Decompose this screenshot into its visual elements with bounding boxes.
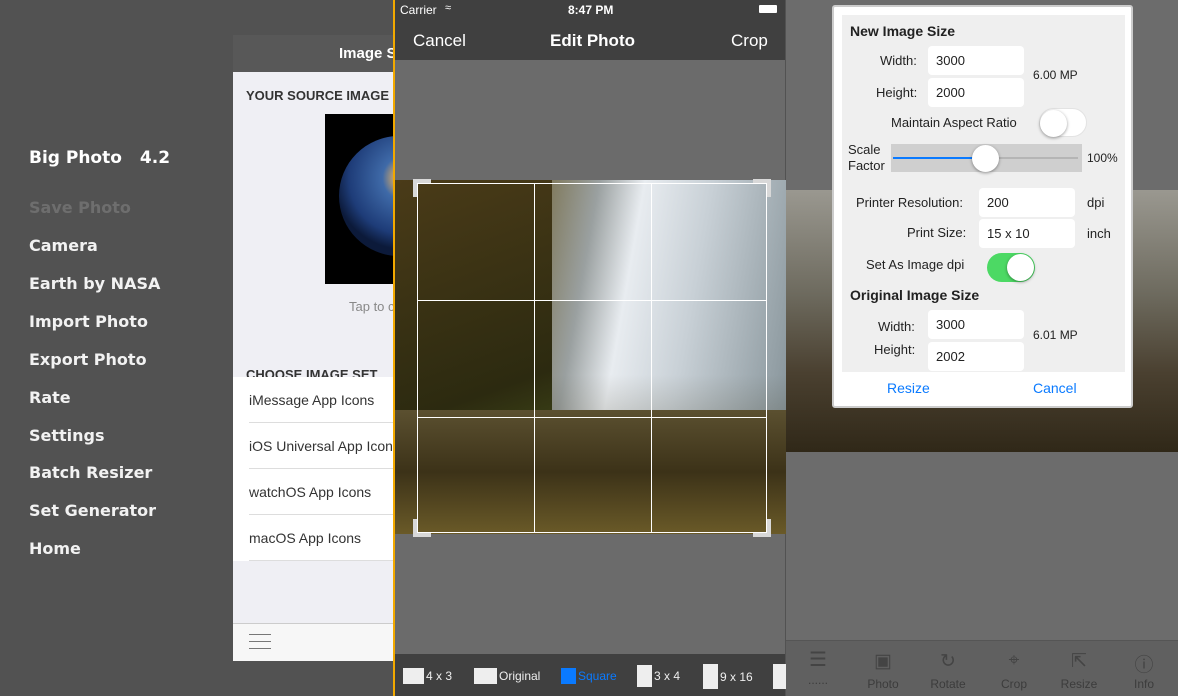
toolbar-photo[interactable]: Photo — [853, 677, 913, 691]
battery-icon — [759, 5, 777, 13]
scale-label: Scale Factor — [848, 142, 885, 173]
bottom-toolbar: ☰ ...... ▣ Photo ↻ Rotate ⌖ Crop ⇱ Resiz… — [786, 640, 1178, 696]
panel-toolbar — [233, 623, 393, 661]
hamburger-icon[interactable]: ☰ — [788, 647, 848, 672]
edit-photo-screen: Carrier ≈ 8:47 PM Cancel Edit Photo Crop… — [393, 0, 788, 696]
carrier: Carrier — [400, 3, 437, 17]
resize-button[interactable]: Resize — [887, 380, 930, 396]
orig-width-label: Width: — [878, 319, 915, 334]
aspect-4x3[interactable]: 4 x 3 — [403, 668, 452, 684]
height-field[interactable]: 2000 — [928, 78, 1024, 107]
inch-unit: inch — [1087, 226, 1111, 241]
image-set-panel: Image S YOUR SOURCE IMAGE Tap to c CHOOS… — [233, 35, 393, 661]
list-item[interactable]: iMessage App Icons — [249, 377, 393, 423]
menu-batch-resizer[interactable]: Batch Resizer — [29, 463, 152, 482]
clock: 8:47 PM — [568, 3, 614, 17]
crop-handle[interactable] — [413, 519, 431, 537]
info-icon[interactable]: ⓘ — [1114, 650, 1174, 677]
menu-settings[interactable]: Settings — [29, 426, 105, 445]
photo-icon[interactable]: ▣ — [853, 650, 913, 673]
resize-dialog: New Image Size Width: 3000 Height: 2000 … — [832, 5, 1133, 408]
cancel-button[interactable]: Cancel — [413, 31, 466, 51]
panel-title: Image S — [233, 35, 393, 72]
set-dpi-toggle[interactable] — [987, 253, 1035, 282]
list-item[interactable]: macOS App Icons — [249, 515, 393, 561]
printer-label: Printer Resolution: — [856, 195, 963, 210]
printer-field[interactable]: 200 — [979, 188, 1075, 217]
set-dpi-label: Set As Image dpi — [866, 257, 965, 272]
orig-height-field: 2002 — [928, 342, 1024, 371]
wifi-icon: ≈ — [445, 2, 452, 14]
new-mp: 6.00 MP — [1033, 68, 1078, 82]
toolbar-rotate[interactable]: Rotate — [918, 677, 978, 691]
aspect-square[interactable]: Square — [561, 668, 617, 684]
list-item[interactable]: watchOS App Icons — [249, 469, 393, 515]
orig-mp: 6.01 MP — [1033, 328, 1078, 342]
aspect-original[interactable]: Original — [474, 668, 540, 684]
resize-screen: New Image Size Width: 3000 Height: 2000 … — [786, 0, 1178, 696]
rotate-icon[interactable]: ↻ — [918, 650, 978, 673]
menu-set-generator[interactable]: Set Generator — [29, 501, 156, 520]
aspect-3x4[interactable]: 3 x 4 — [637, 665, 680, 687]
tap-hint: Tap to c — [349, 299, 393, 314]
crop-box[interactable] — [413, 179, 771, 537]
toolbar-info[interactable]: Info — [1114, 677, 1174, 691]
crop-handle[interactable] — [413, 179, 431, 197]
menu-earth[interactable]: Earth by NASA — [29, 274, 160, 293]
nav-bar: Carrier ≈ 8:47 PM Cancel Edit Photo Crop — [395, 0, 785, 60]
menu-import[interactable]: Import Photo — [29, 312, 148, 331]
width-label: Width: — [880, 53, 917, 68]
toolbar-resize[interactable]: Resize — [1049, 677, 1109, 691]
cancel-button[interactable]: Cancel — [1033, 380, 1077, 396]
menu-save-photo[interactable]: Save Photo — [29, 198, 131, 217]
aspect-toolbar: 4 x 3 Original Square 3 x 4 9 x 16 — [395, 654, 788, 696]
scale-value: 100% — [1087, 151, 1118, 165]
app-title: Big Photo 4.2 — [29, 148, 171, 168]
aspect-toggle[interactable] — [1039, 108, 1087, 137]
slider-thumb[interactable] — [972, 145, 999, 172]
source-header: YOUR SOURCE IMAGE — [246, 88, 390, 103]
print-size-field[interactable]: 15 x 10 — [979, 219, 1075, 248]
orig-height-label: Height: — [874, 342, 916, 357]
menu-dots: ...... — [807, 673, 828, 687]
dpi-unit: dpi — [1087, 195, 1105, 210]
aspect-9x16[interactable]: 9 x 16 — [703, 664, 753, 689]
crop-handle[interactable] — [753, 519, 771, 537]
page-title: Edit Photo — [550, 31, 635, 50]
crop-icon[interactable]: ⌖ — [984, 650, 1044, 672]
crop-button[interactable]: Crop — [731, 31, 768, 51]
print-size-label: Print Size: — [907, 225, 967, 240]
crop-handle[interactable] — [753, 179, 771, 197]
menu-home[interactable]: Home — [29, 539, 81, 558]
menu-camera[interactable]: Camera — [29, 236, 98, 255]
toolbar-crop[interactable]: Crop — [984, 677, 1044, 691]
width-field[interactable]: 3000 — [928, 46, 1024, 75]
list-item[interactable]: iOS Universal App Icons — [249, 423, 393, 469]
orig-size-header: Original Image Size — [850, 287, 980, 303]
hamburger-icon[interactable] — [249, 634, 271, 649]
scale-slider[interactable] — [891, 144, 1082, 172]
image-set-list: iMessage App Icons iOS Universal App Ico… — [233, 377, 393, 561]
height-label: Height: — [876, 85, 918, 100]
new-size-header: New Image Size — [850, 23, 956, 39]
resize-icon[interactable]: ⇱ — [1049, 650, 1109, 673]
aspect-label: Maintain Aspect Ratio — [891, 115, 1017, 130]
orig-width-field: 3000 — [928, 310, 1024, 339]
menu-export[interactable]: Export Photo — [29, 350, 147, 369]
source-image[interactable] — [325, 114, 393, 284]
menu-rate[interactable]: Rate — [29, 388, 71, 407]
